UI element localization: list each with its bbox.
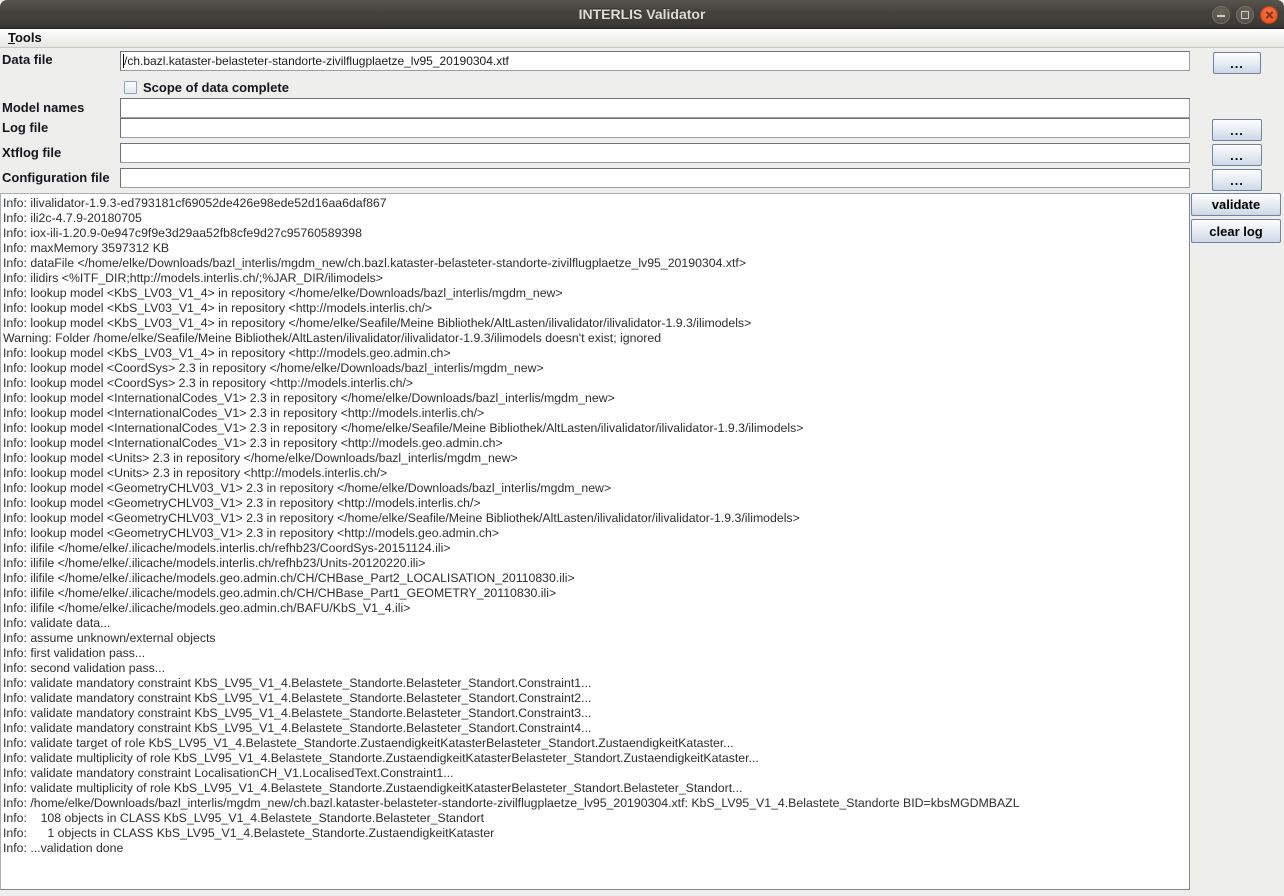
log-line: Info: second validation pass... [3, 661, 1189, 676]
titlebar[interactable]: INTERLIS Validator [0, 0, 1284, 29]
data-file-browse-button[interactable]: ... [1213, 52, 1261, 74]
log-line: Info: maxMemory 3597312 KB [3, 241, 1189, 256]
maximize-icon [1241, 11, 1249, 19]
log-line: Info: lookup model <CoordSys> 2.3 in rep… [3, 376, 1189, 391]
log-line: Info: validate mandatory constraint KbS_… [3, 676, 1189, 691]
log-line: Info: validate mandatory constraint KbS_… [3, 721, 1189, 736]
log-line: Info: /home/elke/Downloads/bazl_interlis… [3, 796, 1189, 811]
log-file-input[interactable] [120, 118, 1190, 138]
log-line: Info: validate data... [3, 616, 1189, 631]
log-line: Info: ilifile </home/elke/.ilicache/mode… [3, 571, 1189, 586]
log-line: Info: ilifile </home/elke/.ilicache/mode… [3, 586, 1189, 601]
log-file-browse-button[interactable]: ... [1212, 119, 1262, 141]
log-file-label: Log file [2, 120, 48, 135]
log-line: Info: validate mandatory constraint KbS_… [3, 691, 1189, 706]
menubar: Tools [0, 29, 1284, 48]
log-line: Info: lookup model <InternationalCodes_V… [3, 406, 1189, 421]
model-names-input[interactable] [120, 98, 1190, 118]
data-file-input[interactable] [120, 51, 1190, 71]
log-line: Info: iox-ili-1.20.9-0e947c9f9e3d29aa52f… [3, 226, 1189, 241]
xtflog-file-browse-button[interactable]: ... [1212, 144, 1262, 166]
text-caret [123, 54, 124, 68]
log-line: Info: ilivalidator-1.9.3-ed793181cf69052… [3, 196, 1189, 211]
log-line: Info: ili2c-4.7.9-20180705 [3, 211, 1189, 226]
log-line: Info: dataFile </home/elke/Downloads/baz… [3, 256, 1189, 271]
configuration-file-browse-button[interactable]: ... [1212, 169, 1262, 191]
model-names-label: Model names [2, 100, 84, 115]
log-line: Info: lookup model <KbS_LV03_V1_4> in re… [3, 316, 1189, 331]
log-line: Info: lookup model <KbS_LV03_V1_4> in re… [3, 346, 1189, 361]
log-line: Info: lookup model <Units> 2.3 in reposi… [3, 451, 1189, 466]
log-line: Info: validate multiplicity of role KbS_… [3, 751, 1189, 766]
minimize-icon [1217, 15, 1225, 17]
log-line: Info: lookup model <GeometryCHLV03_V1> 2… [3, 526, 1189, 541]
xtflog-file-input[interactable] [120, 143, 1190, 163]
main-content: Data file ... Scope of data complete Mod… [0, 48, 1284, 896]
configuration-file-label: Configuration file [2, 170, 110, 185]
log-line: Info: 108 objects in CLASS KbS_LV95_V1_4… [3, 811, 1189, 826]
minimize-button[interactable] [1212, 6, 1230, 24]
menu-item-tools[interactable]: Tools [0, 29, 50, 45]
log-line: Info: validate mandatory constraint KbS_… [3, 706, 1189, 721]
log-line: Info: ilifile </home/elke/.ilicache/mode… [3, 541, 1189, 556]
log-line: Info: ilifile </home/elke/.ilicache/mode… [3, 556, 1189, 571]
log-line: Info: ...validation done [3, 841, 1189, 856]
log-line: Info: validate mandatory constraint Loca… [3, 766, 1189, 781]
maximize-button[interactable] [1236, 6, 1254, 24]
interlis-validator-window: INTERLIS Validator Tools Data file ... S… [0, 0, 1284, 896]
log-line: Info: lookup model <Units> 2.3 in reposi… [3, 466, 1189, 481]
data-file-label: Data file [2, 52, 53, 67]
log-line: Info: assume unknown/external objects [3, 631, 1189, 646]
scope-of-data-label[interactable]: Scope of data complete [143, 80, 289, 95]
log-line: Info: lookup model <KbS_LV03_V1_4> in re… [3, 286, 1189, 301]
log-line: Info: lookup model <InternationalCodes_V… [3, 436, 1189, 451]
close-button[interactable] [1260, 6, 1278, 24]
log-line: Info: lookup model <GeometryCHLV03_V1> 2… [3, 481, 1189, 496]
log-line: Info: ilidirs <%ITF_DIR;http://models.in… [3, 271, 1189, 286]
log-line: Info: first validation pass... [3, 646, 1189, 661]
log-line: Info: validate target of role KbS_LV95_V… [3, 736, 1189, 751]
log-line: Info: lookup model <GeometryCHLV03_V1> 2… [3, 496, 1189, 511]
log-output-area[interactable]: Info: ilivalidator-1.9.3-ed793181cf69052… [0, 193, 1190, 890]
log-line: Info: lookup model <KbS_LV03_V1_4> in re… [3, 301, 1189, 316]
window-title: INTERLIS Validator [0, 6, 1284, 22]
log-line: Info: lookup model <InternationalCodes_V… [3, 391, 1189, 406]
clear-log-button[interactable]: clear log [1191, 219, 1281, 243]
log-line: Info: validate multiplicity of role KbS_… [3, 781, 1189, 796]
validate-button[interactable]: validate [1191, 193, 1281, 216]
configuration-file-input[interactable] [120, 168, 1190, 188]
log-line: Warning: Folder /home/elke/Seafile/Meine… [3, 331, 1189, 346]
xtflog-file-label: Xtflog file [2, 145, 61, 160]
log-line: Info: ilifile </home/elke/.ilicache/mode… [3, 601, 1189, 616]
log-line: Info: lookup model <GeometryCHLV03_V1> 2… [3, 511, 1189, 526]
log-line: Info: lookup model <CoordSys> 2.3 in rep… [3, 361, 1189, 376]
log-line: Info: lookup model <InternationalCodes_V… [3, 421, 1189, 436]
log-line: Info: 1 objects in CLASS KbS_LV95_V1_4.B… [3, 826, 1189, 841]
scope-of-data-checkbox[interactable] [124, 81, 137, 94]
